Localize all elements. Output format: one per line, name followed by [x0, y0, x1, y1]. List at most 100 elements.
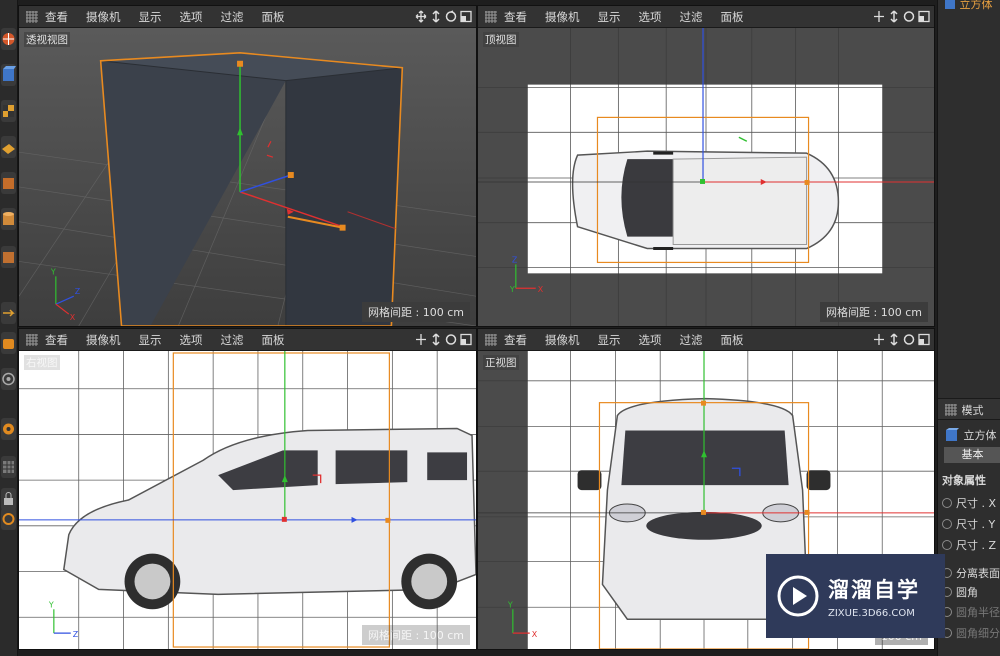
radio-icon: [942, 498, 952, 508]
spiral-tool-icon[interactable]: [1, 418, 16, 440]
viewport-menubar: 查看 摄像机 显示 选项 过滤 面板: [19, 6, 476, 28]
tool-strip: [0, 0, 18, 656]
plane-tool-icon[interactable]: [1, 136, 16, 158]
menu-camera[interactable]: 摄像机: [545, 9, 580, 25]
move-tool-icon[interactable]: [1, 302, 16, 324]
menu-display[interactable]: 显示: [139, 9, 162, 25]
maximize-icon[interactable]: [460, 333, 472, 346]
pan-icon[interactable]: [415, 10, 427, 23]
cube-tool-icon[interactable]: [1, 64, 16, 86]
size-x-label: 尺寸 . X: [956, 497, 997, 510]
menu-display[interactable]: 显示: [598, 332, 621, 348]
menu-options[interactable]: 选项: [639, 332, 662, 348]
menu-options[interactable]: 选项: [180, 9, 203, 25]
maximize-icon[interactable]: [918, 10, 930, 23]
menu-panel[interactable]: 面板: [262, 332, 285, 348]
mode-menu[interactable]: 模式: [944, 402, 1000, 418]
mode-label: 模式: [961, 404, 984, 417]
viewport-perspective[interactable]: 查看 摄像机 显示 选项 过滤 面板 Y Z X 透视视图 网格间距: 100…: [18, 5, 477, 327]
rotate-icon[interactable]: [903, 333, 915, 346]
size-x-row[interactable]: 尺寸 . X: [942, 495, 1000, 511]
grid-spacing-label: 网格间距 : 100 cm: [362, 625, 470, 645]
menu-panel[interactable]: 面板: [721, 332, 744, 348]
menu-filter[interactable]: 过滤: [221, 332, 244, 348]
rotate-icon[interactable]: [445, 333, 457, 346]
cube-object-icon: [945, 0, 955, 9]
viewport-label: 正视图: [483, 355, 519, 370]
grid-pattern-icon[interactable]: [1, 456, 16, 478]
box-tool-icon[interactable]: [1, 172, 16, 194]
grip-icon: [945, 404, 957, 416]
grid-spacing-label: 网格间距 : 100 cm: [362, 302, 470, 322]
cone-tool-icon[interactable]: [1, 246, 16, 268]
rotate-icon[interactable]: [445, 10, 457, 23]
watermark: 溜溜自学 ZIXUE.3D66.COM: [766, 554, 945, 638]
menu-options[interactable]: 选项: [180, 332, 203, 348]
dolly-icon[interactable]: [430, 10, 442, 23]
separate-surfaces-row[interactable]: 分离表面: [942, 565, 1000, 581]
dolly-icon[interactable]: [888, 10, 900, 23]
menu-filter[interactable]: 过滤: [221, 9, 244, 25]
checker-tool-icon[interactable]: [1, 100, 16, 122]
axis-y-label: Y: [50, 267, 56, 276]
menu-panel[interactable]: 面板: [721, 9, 744, 25]
radio-icon: [942, 540, 952, 550]
viewport-right[interactable]: 查看 摄像机 显示 选项 过滤 面板 Y Z 右视图 网格间距: 100 cm: [18, 328, 477, 650]
pan-icon[interactable]: [415, 333, 427, 346]
play-logo-icon: [777, 575, 819, 617]
cylinder-tool-icon[interactable]: [1, 208, 16, 230]
target-tool-icon[interactable]: [1, 368, 16, 390]
object-list-item[interactable]: 立方体: [944, 0, 1000, 12]
menu-view[interactable]: 查看: [504, 332, 527, 348]
fillet-row[interactable]: 圆角: [942, 584, 1000, 600]
menu-display[interactable]: 显示: [598, 9, 621, 25]
size-y-label: 尺寸 . Y: [956, 518, 996, 531]
maximize-icon[interactable]: [918, 333, 930, 346]
bucket-tool-icon[interactable]: [1, 332, 16, 354]
rotate-icon[interactable]: [903, 10, 915, 23]
right-canvas[interactable]: Y Z: [19, 351, 476, 649]
object-name-top: 立方体: [959, 0, 993, 11]
ring-tool-icon[interactable]: [1, 508, 16, 530]
fillet-radius-label: 圆角半径: [956, 606, 1000, 619]
menu-view[interactable]: 查看: [45, 9, 68, 25]
watermark-subtitle: ZIXUE.3D66.COM: [828, 607, 915, 619]
dolly-icon[interactable]: [430, 333, 442, 346]
grid-spacing-label: 网格间距 : 100 cm: [820, 302, 928, 322]
object-header: 立方体: [944, 427, 1000, 443]
top-canvas[interactable]: Y X Z: [478, 28, 934, 326]
basic-tab[interactable]: 基本: [944, 447, 1000, 463]
perspective-canvas[interactable]: Y Z X: [19, 28, 476, 326]
axis-x-label: X: [532, 630, 538, 639]
axis-x-label: X: [538, 285, 544, 294]
basic-tab-label: 基本: [961, 448, 984, 461]
menu-filter[interactable]: 过滤: [680, 9, 703, 25]
menu-filter[interactable]: 过滤: [680, 332, 703, 348]
grip-icon: [485, 10, 497, 23]
size-y-row[interactable]: 尺寸 . Y: [942, 516, 1000, 532]
menu-camera[interactable]: 摄像机: [86, 332, 121, 348]
menu-view[interactable]: 查看: [504, 9, 527, 25]
axis-y-label: Y: [509, 285, 515, 294]
grip-icon: [485, 333, 497, 346]
attribute-panel: 立方体 模式 立方体 基本 对象属性 尺寸 . X 尺寸 . Y 尺寸 . Z …: [937, 0, 1000, 656]
sphere-tool-icon[interactable]: [1, 28, 16, 50]
dolly-icon[interactable]: [888, 333, 900, 346]
menu-view[interactable]: 查看: [45, 332, 68, 348]
menu-display[interactable]: 显示: [139, 332, 162, 348]
menu-camera[interactable]: 摄像机: [545, 332, 580, 348]
pan-icon[interactable]: [873, 333, 885, 346]
lock-icon[interactable]: [1, 488, 16, 510]
fillet-subdivision-row: 圆角细分: [942, 625, 1000, 641]
viewport-top[interactable]: 查看 摄像机 显示 选项 过滤 面板 Y X Z 顶视图 网格间距: 100 …: [477, 5, 935, 327]
watermark-title: 溜溜自学: [828, 577, 920, 602]
menu-camera[interactable]: 摄像机: [86, 9, 121, 25]
pan-icon[interactable]: [873, 10, 885, 23]
size-z-row[interactable]: 尺寸 . Z: [942, 537, 1000, 553]
separate-surfaces-label: 分离表面: [956, 567, 1000, 580]
viewport-menubar: 查看 摄像机 显示 选项 过滤 面板: [19, 329, 476, 351]
axis-z-label: Z: [73, 630, 79, 639]
menu-panel[interactable]: 面板: [262, 9, 285, 25]
menu-options[interactable]: 选项: [639, 9, 662, 25]
maximize-icon[interactable]: [460, 10, 472, 23]
